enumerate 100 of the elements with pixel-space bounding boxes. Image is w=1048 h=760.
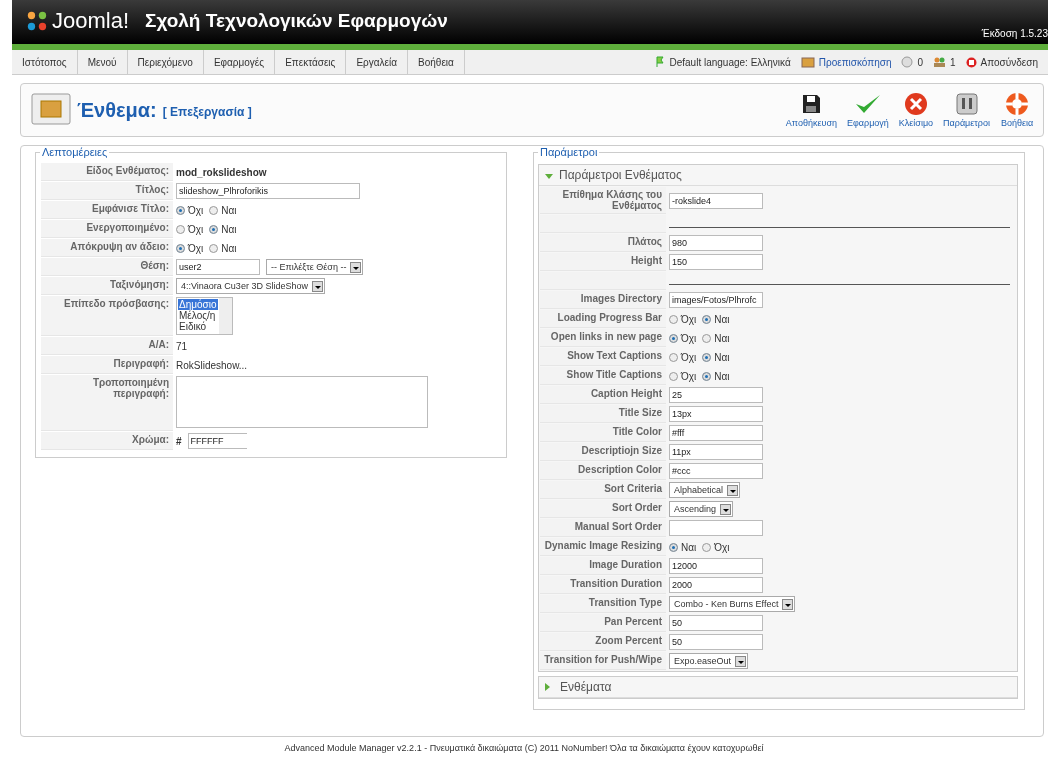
- toolbar-button[interactable]: Εφαρμογή: [843, 92, 892, 128]
- caret-icon: [782, 598, 794, 610]
- footer-text: Advanced Module Manager v2.2.1 - Πνευματικά δικαιώματα (C) 2011 NoNumber! Όλα τα δικαιώματα έχουν κατοχυρωθεί: [283, 743, 765, 753]
- version-text: Έκδοση 1.5.23: [981, 28, 1048, 39]
- toolbar-button[interactable]: Παράμετροι: [940, 92, 993, 128]
- radio-option[interactable]: Ναι: [702, 351, 730, 363]
- radio-option[interactable]: Όχι: [669, 370, 697, 382]
- help-icon: [1005, 92, 1029, 116]
- page-title: Ένθεμα:: [77, 98, 157, 122]
- radio-option[interactable]: Όχι: [176, 242, 204, 254]
- panel-header[interactable]: Ενθέματα: [539, 677, 1017, 698]
- description-textarea[interactable]: [176, 376, 428, 428]
- radio-option[interactable]: Ναι: [209, 223, 237, 235]
- radio-option[interactable]: Όχι: [669, 351, 697, 363]
- text-field[interactable]: 11px: [669, 444, 763, 460]
- dropdown[interactable]: Combo - Ken Burns Effect: [669, 596, 796, 612]
- radio-option[interactable]: Όχι: [176, 223, 204, 235]
- dropdown[interactable]: Alphabetical: [669, 482, 741, 498]
- field-value: mod_rokslideshow: [176, 166, 267, 178]
- radio-option[interactable]: Ναι: [209, 242, 237, 254]
- list-option[interactable]: Δημόσιο: [178, 299, 218, 310]
- field-label: Τροποποιημένη περιγραφή:: [41, 375, 173, 431]
- text-field[interactable]: images/Fotos/Plhrofc: [669, 292, 763, 308]
- toolbar-button[interactable]: Αποθήκευση: [782, 92, 840, 128]
- menu-item[interactable]: Ιστότοπος: [12, 50, 78, 74]
- text-field[interactable]: 13px: [669, 406, 763, 422]
- field-label: Επίπεδο πρόσβασης:: [41, 296, 173, 336]
- field-label: Εμφάνισε Τίτλο:: [41, 201, 173, 219]
- field-label: Transition for Push/Wipe: [540, 652, 666, 670]
- field-label: Transition Type: [540, 595, 666, 613]
- field-label: Image Duration: [540, 557, 666, 575]
- access-listbox[interactable]: Δημόσιο Μέλος/η Ειδικό: [176, 297, 233, 335]
- color-field[interactable]: FFFFFF: [187, 433, 247, 449]
- field-label: Sort Criteria: [540, 481, 666, 499]
- text-field[interactable]: 12000: [669, 558, 763, 574]
- menu-item[interactable]: Εφαρμογές: [203, 50, 276, 74]
- language-text: Default language: Ελληνικά: [669, 56, 791, 68]
- settings-icon: [954, 92, 979, 116]
- dropdown[interactable]: 4::Vinaora Cu3er 3D SlideShow: [176, 278, 325, 294]
- field-label: Τίτλος:: [41, 182, 173, 200]
- field-label: Πλάτος: [540, 234, 666, 252]
- field-label: Απόκρυψη αν άδειο:: [41, 239, 173, 257]
- menu-item[interactable]: Μενού: [77, 50, 128, 74]
- text-field[interactable]: [669, 520, 763, 536]
- text-field[interactable]: slideshow_Plhroforikis: [176, 183, 360, 199]
- radio-option[interactable]: Ναι: [702, 370, 730, 382]
- page-subtitle: [ Επεξεργασία ]: [162, 105, 252, 119]
- radio-option[interactable]: Ναι: [209, 204, 237, 216]
- field-label: Open links in new page: [540, 329, 666, 347]
- text-field[interactable]: #fff: [669, 425, 763, 441]
- field-label: Επίθημα Κλάσης του Ενθέματος: [540, 187, 666, 214]
- menu-item[interactable]: Περιεχόμενο: [127, 50, 204, 74]
- text-field[interactable]: 25: [669, 387, 763, 403]
- text-field[interactable]: #ccc: [669, 463, 763, 479]
- field-label: Transition Duration: [540, 576, 666, 594]
- position-dropdown[interactable]: -- Επιλέξτε Θέση --: [266, 259, 364, 275]
- field-label: Pan Percent: [540, 614, 666, 632]
- users-count: 1: [950, 56, 956, 68]
- message-count: 0: [917, 56, 924, 68]
- caret-icon: [727, 484, 739, 496]
- dropdown[interactable]: Expo.easeOut: [669, 653, 749, 669]
- field-label: Ταξινόμηση:: [41, 277, 173, 295]
- logo-icon: [26, 10, 48, 32]
- triangle-icon: [545, 173, 553, 179]
- text-field[interactable]: 50: [669, 615, 763, 631]
- dropdown[interactable]: Ascending: [669, 501, 734, 517]
- text-field[interactable]: 150: [669, 254, 763, 270]
- field-label: Zoom Percent: [540, 633, 666, 651]
- message-icon: [901, 56, 914, 68]
- radio-option[interactable]: Όχι: [176, 204, 204, 216]
- radio-option[interactable]: Ναι: [702, 313, 730, 325]
- menu-item[interactable]: Επεκτάσεις: [275, 50, 347, 74]
- text-field[interactable]: -rokslide4: [669, 192, 763, 209]
- field-label: Είδος Ενθέματος:: [41, 163, 173, 181]
- radio-option[interactable]: Όχι: [669, 313, 697, 325]
- parameters-legend: Παράμετροι: [538, 146, 600, 158]
- radio-option[interactable]: Ναι: [702, 332, 730, 344]
- list-option[interactable]: Ειδικό: [178, 321, 218, 332]
- radio-option[interactable]: Ναι: [669, 541, 697, 553]
- menu-item[interactable]: Βοήθεια: [408, 50, 465, 74]
- radio-option[interactable]: Όχι: [702, 541, 730, 553]
- text-field[interactable]: user2: [176, 259, 260, 275]
- list-option[interactable]: Μέλος/η: [178, 310, 218, 321]
- preview-link[interactable]: Προεπισκόπηση: [818, 56, 892, 68]
- toolbar-button[interactable]: Βοήθεια: [997, 92, 1037, 128]
- field-label: Images Directory: [540, 291, 666, 309]
- text-field[interactable]: 2000: [669, 577, 763, 593]
- field-label: Dynamic Image Resizing: [540, 538, 666, 556]
- menu-item[interactable]: Εργαλεία: [346, 50, 409, 74]
- module-icon: [31, 93, 71, 127]
- toolbar-button[interactable]: Κλείσιμο: [895, 92, 937, 128]
- field-label: Title Size: [540, 405, 666, 423]
- radio-option[interactable]: Όχι: [669, 332, 697, 344]
- text-field[interactable]: 980: [669, 235, 763, 251]
- logout-link[interactable]: Αποσύνδεση: [980, 56, 1038, 68]
- field-label: Caption Height: [540, 386, 666, 404]
- field-label: Θέση:: [41, 258, 173, 276]
- panel-header[interactable]: Παράμετροι Ενθέματος: [539, 165, 1017, 186]
- text-field[interactable]: 50: [669, 634, 763, 650]
- field-label: Α/Α:: [41, 337, 173, 355]
